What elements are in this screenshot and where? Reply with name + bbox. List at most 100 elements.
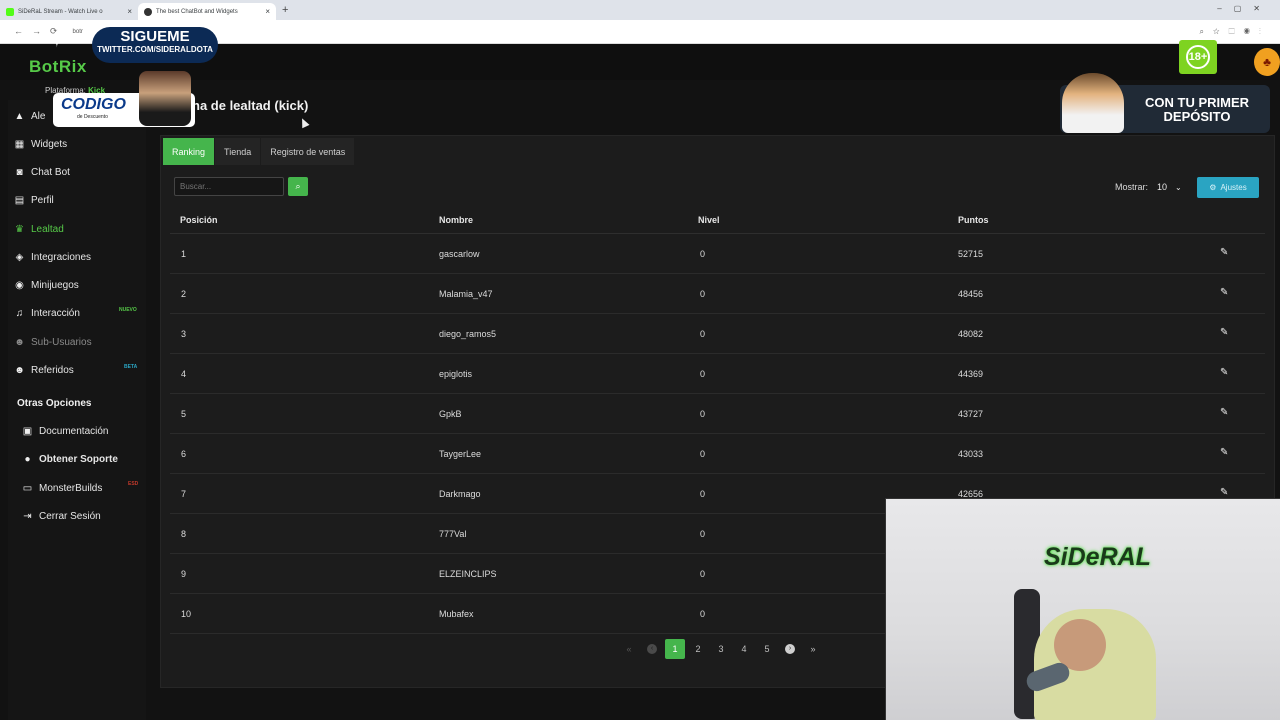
position-cell: 10 xyxy=(181,609,192,619)
position-cell: 9 xyxy=(181,569,187,579)
page-title: na de lealtad (kick) xyxy=(192,98,309,113)
edit-pencil-icon[interactable]: ✎ xyxy=(1220,487,1228,498)
sidebar-item-lealtad[interactable]: ♛ Lealtad xyxy=(14,221,64,237)
browser-toolbar-icons[interactable]: ⌕☆⬚◉⋮ xyxy=(1200,27,1271,37)
points-cell: 48082 xyxy=(958,329,984,339)
tab-ranking[interactable]: Ranking xyxy=(163,138,215,165)
promo-avatar xyxy=(139,71,191,126)
sidebar-item-label: Chat Bot xyxy=(31,166,70,178)
column-header-nombre[interactable]: Nombre xyxy=(439,215,473,225)
close-tab-icon[interactable]: × xyxy=(127,7,132,16)
cube-icon: ◈ xyxy=(15,251,24,263)
window-controls[interactable]: –▢✕ xyxy=(1217,4,1272,13)
level-cell: 0 xyxy=(700,329,706,339)
chevron-down-icon: ⌄ xyxy=(1175,182,1182,192)
name-cell: Mubafex xyxy=(439,609,474,619)
sidebar-item-documentacion[interactable]: ▣ Documentación xyxy=(22,423,109,439)
sidebar-item-sub-usuarios[interactable]: ☻ Sub-Usuarios xyxy=(14,334,91,350)
table-row: 4 epiglotis 0 44369 ✎ xyxy=(170,354,1265,394)
twitter-handle: TWITTER.COM/SIDERALDOTA xyxy=(97,45,213,54)
botrix-favicon-icon xyxy=(144,7,152,16)
position-cell: 5 xyxy=(181,409,187,419)
sidebar-item-perfil[interactable]: ▤ Perfil xyxy=(14,192,54,208)
level-cell: 0 xyxy=(700,249,706,259)
page-1-button[interactable]: 1 xyxy=(665,639,685,659)
first-page-button[interactable]: « xyxy=(619,639,639,659)
position-cell: 3 xyxy=(181,329,187,339)
page-size-select[interactable]: 10 ⌄ xyxy=(1153,178,1189,196)
name-cell: ELZEINCLIPS xyxy=(439,569,497,579)
chevron-right-icon: › xyxy=(785,644,795,654)
warning-icon: ▲ xyxy=(14,110,25,122)
sidebar-item-cerrar-sesion[interactable]: ⇥ Cerrar Sesión xyxy=(22,508,100,524)
sidebar-item-widgets[interactable]: ▦ Widgets xyxy=(14,136,67,152)
search-button[interactable]: ⌕ xyxy=(288,177,308,196)
name-cell: gascarlow xyxy=(439,249,480,259)
search-input[interactable] xyxy=(174,177,284,196)
table-row: 6 TaygerLee 0 43033 ✎ xyxy=(170,434,1265,474)
table-row: 3 diego_ramos5 0 48082 ✎ xyxy=(170,314,1265,354)
sidebar-item-monsterbuilds[interactable]: ▭ MonsterBuilds xyxy=(22,480,103,496)
name-cell: diego_ramos5 xyxy=(439,329,497,339)
gears-icon: ⚙ xyxy=(1209,183,1217,192)
column-header-puntos[interactable]: Puntos xyxy=(958,215,989,225)
name-cell: TaygerLee xyxy=(439,449,482,459)
tab-tienda[interactable]: Tienda xyxy=(215,138,261,165)
promo-mascot xyxy=(1062,73,1124,133)
user-group-icon: ☻ xyxy=(14,364,25,376)
edit-pencil-icon[interactable]: ✎ xyxy=(1220,247,1228,258)
sidebar-item-chat-bot[interactable]: ◙ Chat Bot xyxy=(14,164,70,180)
brand-logo[interactable]: BotRix xyxy=(29,57,87,77)
sidebar-item-alertas[interactable]: ▲ Ale xyxy=(14,108,46,124)
close-tab-icon[interactable]: × xyxy=(265,7,270,16)
page-3-button[interactable]: 3 xyxy=(711,639,731,659)
position-cell: 1 xyxy=(181,249,187,259)
sidebar-item-label: Perfil xyxy=(31,194,54,206)
next-page-button[interactable]: › xyxy=(780,639,800,659)
sidebar-item-label: Lealtad xyxy=(31,223,64,235)
browser-tab-1[interactable]: SiDeRaL Stream - Watch Live o × xyxy=(0,3,138,20)
sigueme-text: SIGUEME xyxy=(120,28,190,45)
page-4-button[interactable]: 4 xyxy=(734,639,754,659)
level-cell: 0 xyxy=(700,489,706,499)
sidebar-item-integraciones[interactable]: ◈ Integraciones xyxy=(14,249,91,265)
points-cell: 48456 xyxy=(958,289,984,299)
new-tab-button[interactable]: + xyxy=(282,4,288,16)
points-cell: 44369 xyxy=(958,369,984,379)
nuevo-badge: NUEVO xyxy=(119,307,137,313)
sidebar-item-label: Widgets xyxy=(31,138,68,150)
tab-title: The best ChatBot and Widgets xyxy=(156,8,238,15)
edit-pencil-icon[interactable]: ✎ xyxy=(1220,367,1228,378)
table-row: 5 GpkB 0 43727 ✎ xyxy=(170,394,1265,434)
tab-registro-de-ventas[interactable]: Registro de ventas xyxy=(261,138,355,165)
grid-icon: ▦ xyxy=(14,138,25,150)
column-header-nivel[interactable]: Nivel xyxy=(698,215,720,225)
edit-pencil-icon[interactable]: ✎ xyxy=(1220,287,1228,298)
table-row: 2 Malamia_v47 0 48456 ✎ xyxy=(170,274,1265,314)
prev-page-button[interactable]: ‹ xyxy=(642,639,662,659)
sidebar-item-obtener-soporte[interactable]: ● Obtener Soporte xyxy=(22,451,117,467)
name-cell: 777Val xyxy=(439,529,467,539)
ajustes-button[interactable]: ⚙ Ajustes xyxy=(1197,177,1259,198)
sidebar-item-minijuegos[interactable]: ◉ Minijuegos xyxy=(14,277,79,293)
pagination: « ‹ 1 2 3 4 5 › » xyxy=(619,639,826,659)
sidebar-item-interaccion[interactable]: ♫ Interacción xyxy=(14,305,80,321)
browser-tab-strip: SiDeRaL Stream - Watch Live o × The best… xyxy=(0,0,1280,20)
edit-pencil-icon[interactable]: ✎ xyxy=(1220,447,1228,458)
promo-text: CON TU PRIMER DEPÓSITO xyxy=(1145,95,1249,124)
robot-icon: ◙ xyxy=(16,166,23,178)
points-cell: 52715 xyxy=(958,249,984,259)
tab-title: SiDeRaL Stream - Watch Live o xyxy=(18,8,103,15)
last-page-button[interactable]: » xyxy=(803,639,823,659)
page-2-button[interactable]: 2 xyxy=(688,639,708,659)
edit-pencil-icon[interactable]: ✎ xyxy=(1220,327,1228,338)
position-cell: 8 xyxy=(181,529,187,539)
sidebar-item-referidos[interactable]: ☻ Referidos xyxy=(14,362,74,378)
browser-tab-2[interactable]: The best ChatBot and Widgets × xyxy=(138,3,276,20)
sidebar-item-label: Minijuegos xyxy=(31,279,79,291)
beta-badge: BETA xyxy=(124,364,138,370)
column-header-posicion[interactable]: Posición xyxy=(180,215,218,225)
edit-pencil-icon[interactable]: ✎ xyxy=(1220,407,1228,418)
sidebar-item-label: Integraciones xyxy=(31,251,92,263)
page-5-button[interactable]: 5 xyxy=(757,639,777,659)
